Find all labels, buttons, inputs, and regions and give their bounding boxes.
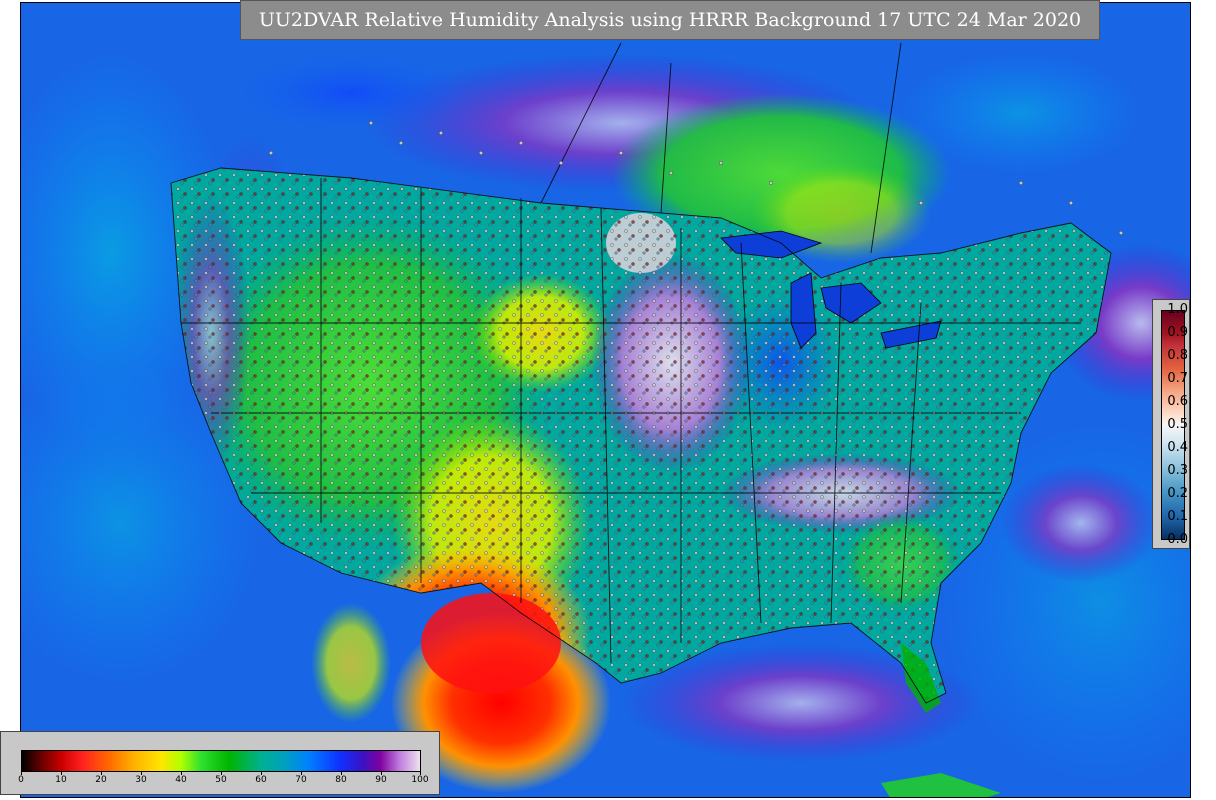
rh-tick-label: 30 (135, 775, 147, 785)
rh-colorbar: 0 10 20 30 40 50 60 70 80 90 100 (0, 731, 440, 795)
obs-tick-label: 0.6 (1167, 394, 1188, 409)
rh-colorbar-scale (21, 750, 421, 772)
rh-tick-label: 10 (55, 775, 67, 785)
obs-tick-label: 0.9 (1167, 325, 1188, 340)
rh-tick-label: 50 (215, 775, 227, 785)
rh-tick-label: 70 (295, 775, 307, 785)
obs-tick-label: 0.7 (1167, 371, 1188, 386)
rh-tick-label: 0 (18, 775, 24, 785)
rh-tick-label: 20 (95, 775, 107, 785)
rh-tick-label: 60 (255, 775, 267, 785)
obs-tick-label: 0.2 (1167, 486, 1188, 501)
obs-tick-label: 0.4 (1167, 440, 1188, 455)
obs-tick-label: 0.1 (1167, 509, 1188, 524)
rh-tick-label: 100 (411, 775, 429, 785)
observation-colorbar: 1.0 0.9 0.8 0.7 0.6 0.5 0.4 0.3 0.2 0.1 … (1152, 299, 1190, 549)
rh-tick-label: 90 (375, 775, 387, 785)
obs-tick-label: 1.0 (1167, 302, 1188, 317)
map-title: UU2DVAR Relative Humidity Analysis using… (240, 0, 1100, 40)
map-canvas (21, 3, 1190, 797)
relative-humidity-map[interactable] (20, 2, 1191, 798)
obs-tick-label: 0.5 (1167, 417, 1188, 432)
obs-tick-label: 0.8 (1167, 348, 1188, 363)
rh-tick-label: 40 (175, 775, 187, 785)
rh-tick-label: 80 (335, 775, 347, 785)
obs-tick-label: 0.3 (1167, 463, 1188, 478)
obs-tick-label: 0.0 (1167, 532, 1188, 547)
